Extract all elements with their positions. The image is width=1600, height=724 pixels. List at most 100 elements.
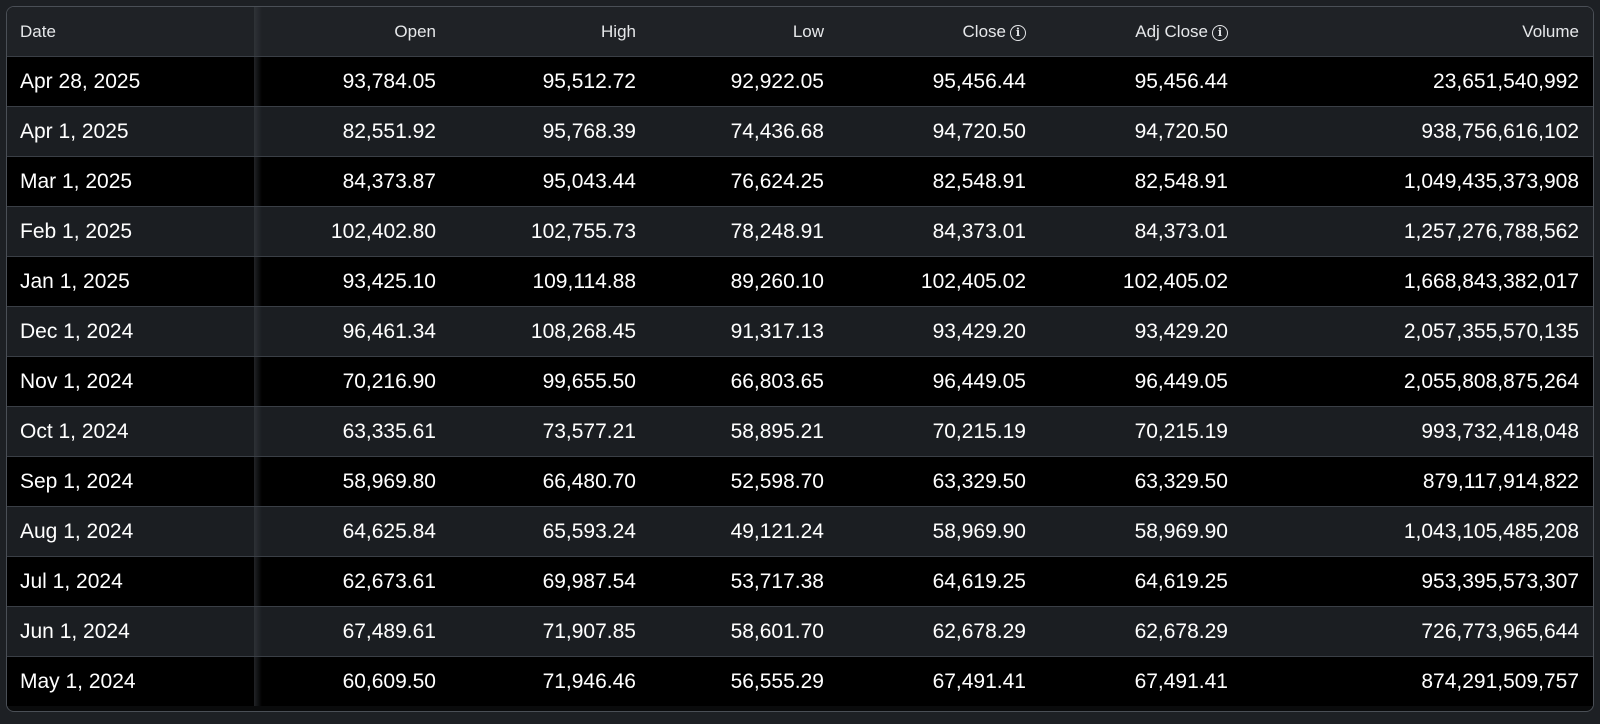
cell-adj-close: 93,429.20 bbox=[1036, 306, 1238, 357]
table-row: Jan 1, 2025 93,425.10 109,114.88 89,260.10 1… bbox=[7, 256, 1593, 307]
column-header-adj-close-label: Adj Close bbox=[1135, 21, 1208, 41]
cell-volume: 953,395,573,307 bbox=[1238, 556, 1593, 607]
column-header-low-label: Low bbox=[792, 21, 824, 41]
cell-low: 92,922.05 bbox=[646, 56, 834, 107]
cell-volume: 1,668,843,382,017 bbox=[1238, 256, 1593, 307]
cell-date: Sep 1, 2024 bbox=[7, 456, 262, 507]
cell-date: Jul 1, 2024 bbox=[7, 556, 262, 607]
cell-low: 58,895.21 bbox=[646, 406, 834, 457]
cell-volume: 1,257,276,788,562 bbox=[1238, 206, 1593, 257]
cell-volume: 993,732,418,048 bbox=[1238, 406, 1593, 457]
cell-high: 71,907.85 bbox=[446, 606, 646, 657]
table-row: Apr 28, 2025 93,784.05 95,512.72 92,922.05 9… bbox=[7, 56, 1593, 107]
cell-open: 70,216.90 bbox=[254, 356, 446, 407]
table-row: Nov 1, 2024 70,216.90 99,655.50 66,803.65 96… bbox=[7, 356, 1593, 407]
column-header-volume-label: Volume bbox=[1522, 21, 1579, 41]
table-row: May 1, 2024 60,609.50 71,946.46 56,555.29 67… bbox=[7, 656, 1593, 707]
cell-date: Aug 1, 2024 bbox=[7, 506, 262, 557]
cell-date: May 1, 2024 bbox=[7, 656, 262, 707]
cell-low: 58,601.70 bbox=[646, 606, 834, 657]
cell-adj-close: 62,678.29 bbox=[1036, 606, 1238, 657]
cell-high: 108,268.45 bbox=[446, 306, 646, 357]
cell-adj-close: 63,329.50 bbox=[1036, 456, 1238, 507]
cell-volume: 879,117,914,822 bbox=[1238, 456, 1593, 507]
cell-volume: 938,756,616,102 bbox=[1238, 106, 1593, 157]
cell-close: 67,491.41 bbox=[932, 669, 1026, 693]
cell-adj-close: 82,548.91 bbox=[1036, 156, 1238, 207]
adj-close-info-icon[interactable]: i bbox=[1212, 24, 1228, 41]
table-header-row: Date Open High Low Close i Adj Close i Vol… bbox=[7, 7, 1593, 57]
cell-adj-close: 102,405.02 bbox=[1036, 256, 1238, 307]
column-header-close[interactable]: Close i bbox=[834, 7, 1036, 57]
cell-close: 95,456.44 bbox=[834, 56, 1036, 107]
cell-high: 95,512.72 bbox=[446, 56, 646, 107]
cell-volume: 726,773,965,644 bbox=[1238, 606, 1593, 657]
cell-volume: 1,049,435,373,908 bbox=[1238, 156, 1593, 207]
historical-prices-table: Date Open High Low Close i Adj Close i Vol… bbox=[7, 7, 1593, 706]
table-row: Jun 1, 2024 67,489.61 71,907.85 58,601.70 62… bbox=[7, 606, 1593, 657]
cell-close: 70,215.19 bbox=[834, 406, 1036, 457]
column-header-low[interactable]: Low bbox=[646, 7, 834, 57]
cell-close: 84,373.01 bbox=[834, 206, 1036, 257]
cell-open: 93,784.05 bbox=[254, 56, 446, 107]
cell-close: 96,449.05 bbox=[834, 356, 1036, 407]
cell-adj-close: 70,215.19 bbox=[1036, 406, 1238, 457]
cell-volume: 2,055,808,875,264 bbox=[1238, 356, 1593, 407]
cell-close: 64,619.25 bbox=[834, 556, 1036, 607]
cell-date: Feb 1, 2025 bbox=[7, 206, 262, 257]
cell-open: 60,609.50 bbox=[342, 669, 436, 693]
cell-open: 96,461.34 bbox=[254, 306, 446, 357]
cell-adj-close: 84,373.01 bbox=[1036, 206, 1238, 257]
cell-high: 65,593.24 bbox=[446, 506, 646, 557]
cell-low: 49,121.24 bbox=[646, 506, 834, 557]
cell-adj-close: 64,619.25 bbox=[1036, 556, 1238, 607]
cell-date: Jun 1, 2024 bbox=[7, 606, 262, 657]
column-header-date[interactable]: Date bbox=[7, 7, 262, 57]
cell-close: 82,548.91 bbox=[834, 156, 1036, 207]
historical-prices-table-container: Date Open High Low Close i Adj Close i Vol… bbox=[6, 6, 1594, 712]
cell-date: Nov 1, 2024 bbox=[7, 356, 262, 407]
cell-volume: 2,057,355,570,135 bbox=[1238, 306, 1593, 357]
cell-volume: 23,651,540,992 bbox=[1238, 56, 1593, 107]
cell-high: 66,480.70 bbox=[446, 456, 646, 507]
cell-adj-close: 96,449.05 bbox=[1036, 356, 1238, 407]
cell-high: 102,755.73 bbox=[446, 206, 646, 257]
cell-volume: 874,291,509,757 bbox=[1421, 669, 1579, 693]
cell-open: 63,335.61 bbox=[254, 406, 446, 457]
table-row: Sep 1, 2024 58,969.80 66,480.70 52,598.70 63… bbox=[7, 456, 1593, 507]
cell-high: 95,768.39 bbox=[446, 106, 646, 157]
table-row: Oct 1, 2024 63,335.61 73,577.21 58,895.21 70… bbox=[7, 406, 1593, 457]
column-header-adj-close[interactable]: Adj Close i bbox=[1036, 7, 1238, 57]
column-header-high-label: High bbox=[601, 21, 636, 41]
cell-close: 94,720.50 bbox=[834, 106, 1036, 157]
cell-open: 82,551.92 bbox=[254, 106, 446, 157]
cell-date: Dec 1, 2024 bbox=[7, 306, 262, 357]
close-info-icon[interactable]: i bbox=[1010, 24, 1026, 41]
cell-low: 89,260.10 bbox=[646, 256, 834, 307]
cell-date: Apr 1, 2025 bbox=[7, 106, 262, 157]
cell-open: 67,489.61 bbox=[254, 606, 446, 657]
table-row: Aug 1, 2024 64,625.84 65,593.24 49,121.24 58… bbox=[7, 506, 1593, 557]
table-row: Apr 1, 2025 82,551.92 95,768.39 74,436.68 94… bbox=[7, 106, 1593, 157]
cell-volume: 1,043,105,485,208 bbox=[1238, 506, 1593, 557]
column-header-open[interactable]: Open bbox=[254, 7, 446, 57]
cell-open: 84,373.87 bbox=[254, 156, 446, 207]
cell-low: 66,803.65 bbox=[646, 356, 834, 407]
cell-low: 52,598.70 bbox=[646, 456, 834, 507]
cell-adj-close: 67,491.41 bbox=[1134, 669, 1228, 693]
column-header-date-label: Date bbox=[20, 21, 56, 41]
column-header-open-label: Open bbox=[394, 21, 436, 41]
column-header-high[interactable]: High bbox=[446, 7, 646, 57]
cell-open: 102,402.80 bbox=[254, 206, 446, 257]
cell-open: 62,673.61 bbox=[254, 556, 446, 607]
table-row: Feb 1, 2025 102,402.80 102,755.73 78,248.91… bbox=[7, 206, 1593, 257]
column-header-volume[interactable]: Volume bbox=[1238, 7, 1593, 57]
cell-low: 91,317.13 bbox=[646, 306, 834, 357]
table-row: Dec 1, 2024 96,461.34 108,268.45 91,317.13 9… bbox=[7, 306, 1593, 357]
cell-high: 69,987.54 bbox=[446, 556, 646, 607]
cell-adj-close: 58,969.90 bbox=[1036, 506, 1238, 557]
cell-close: 58,969.90 bbox=[834, 506, 1036, 557]
table-row: Mar 1, 2025 84,373.87 95,043.44 76,624.25 82… bbox=[7, 156, 1593, 207]
cell-low: 56,555.29 bbox=[730, 669, 824, 693]
cell-low: 74,436.68 bbox=[646, 106, 834, 157]
